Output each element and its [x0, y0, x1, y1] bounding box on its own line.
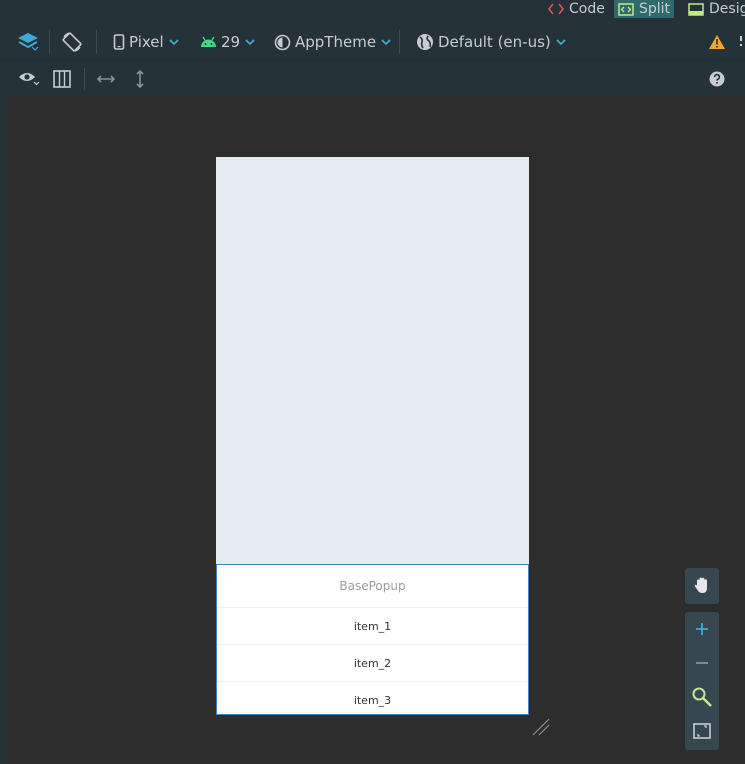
code-icon	[548, 3, 564, 15]
minus-icon	[696, 662, 708, 664]
pan-tool-panel	[685, 568, 719, 604]
warnings-button[interactable]	[708, 34, 726, 50]
locale-selector[interactable]: Default (en-us)	[416, 33, 567, 51]
chevron-down-icon	[381, 39, 391, 46]
code-mode-button[interactable]: Code	[548, 0, 605, 18]
warning-icon	[709, 35, 725, 49]
popup-title: BasePopup	[217, 565, 528, 608]
theme-icon	[274, 34, 291, 50]
plus-icon	[696, 623, 708, 635]
design-toolbar: Pixel 29 AppTheme Default (en-us)	[0, 18, 745, 60]
zoom-out-button[interactable]	[685, 646, 719, 680]
list-item[interactable]: item_1	[217, 608, 528, 645]
chevron-down-icon	[245, 39, 255, 46]
code-mode-label: Code	[569, 1, 605, 17]
layers-button[interactable]	[17, 32, 39, 52]
split-mode-label: Split	[639, 1, 671, 17]
layers-icon	[18, 33, 39, 51]
orientation-button[interactable]	[61, 31, 83, 53]
blueprint-toggle[interactable]	[52, 69, 72, 89]
list-item[interactable]: item_2	[217, 645, 528, 682]
resize-handle-icon[interactable]	[532, 718, 550, 736]
eye-icon	[19, 73, 40, 86]
globe-icon	[417, 34, 433, 50]
toolbar-divider	[96, 30, 97, 54]
fit-screen-icon	[693, 723, 711, 739]
locale-label: Default (en-us)	[438, 33, 551, 51]
help-button[interactable]	[709, 71, 725, 87]
split-mode-button[interactable]: Split	[614, 0, 675, 18]
theme-label: AppTheme	[295, 33, 377, 51]
chevron-down-icon	[169, 39, 179, 46]
device-preview[interactable]	[216, 157, 529, 564]
api-level-selector[interactable]: 29	[200, 33, 256, 51]
view-options-button[interactable]	[18, 70, 40, 86]
horizontal-resize-button[interactable]	[96, 72, 116, 86]
base-popup[interactable]: BasePopup item_1 item_2 item_3	[216, 564, 529, 715]
vertical-arrows-icon	[136, 69, 144, 89]
rotate-device-icon	[62, 32, 82, 52]
zoom-controls-panel	[685, 612, 719, 750]
phone-icon	[113, 34, 125, 50]
android-icon	[201, 36, 216, 47]
toolbar-divider	[84, 68, 85, 90]
theme-selector[interactable]: AppTheme	[274, 33, 392, 51]
left-edge-strip	[0, 97, 8, 764]
design-mode-button[interactable]: Desig	[688, 0, 745, 18]
list-item[interactable]: item_3	[217, 682, 528, 718]
design-mode-label: Desig	[709, 1, 745, 17]
editor-mode-bar: Code Split Desig	[0, 0, 745, 18]
split-icon	[618, 2, 634, 16]
hand-icon	[694, 577, 707, 593]
pan-button[interactable]	[685, 568, 719, 602]
magnifier-icon	[692, 687, 712, 707]
help-icon	[709, 71, 725, 87]
more-toolbar-button[interactable]	[740, 34, 745, 50]
toolbar-divider	[49, 30, 50, 54]
columns-icon	[53, 70, 71, 88]
fit-screen-button[interactable]	[685, 714, 719, 748]
api-level-label: 29	[221, 33, 241, 51]
horizontal-arrows-icon	[96, 75, 116, 83]
vertical-resize-button[interactable]	[133, 69, 147, 89]
toolbar-divider	[399, 30, 400, 54]
device-selector[interactable]: Pixel	[113, 33, 180, 51]
more-icon	[740, 36, 742, 46]
device-label: Pixel	[129, 33, 164, 51]
view-options-toolbar	[0, 60, 745, 97]
design-icon	[688, 2, 704, 16]
chevron-down-icon	[556, 39, 566, 46]
zoom-to-fit-button[interactable]	[685, 680, 719, 714]
zoom-in-button[interactable]	[685, 612, 719, 646]
